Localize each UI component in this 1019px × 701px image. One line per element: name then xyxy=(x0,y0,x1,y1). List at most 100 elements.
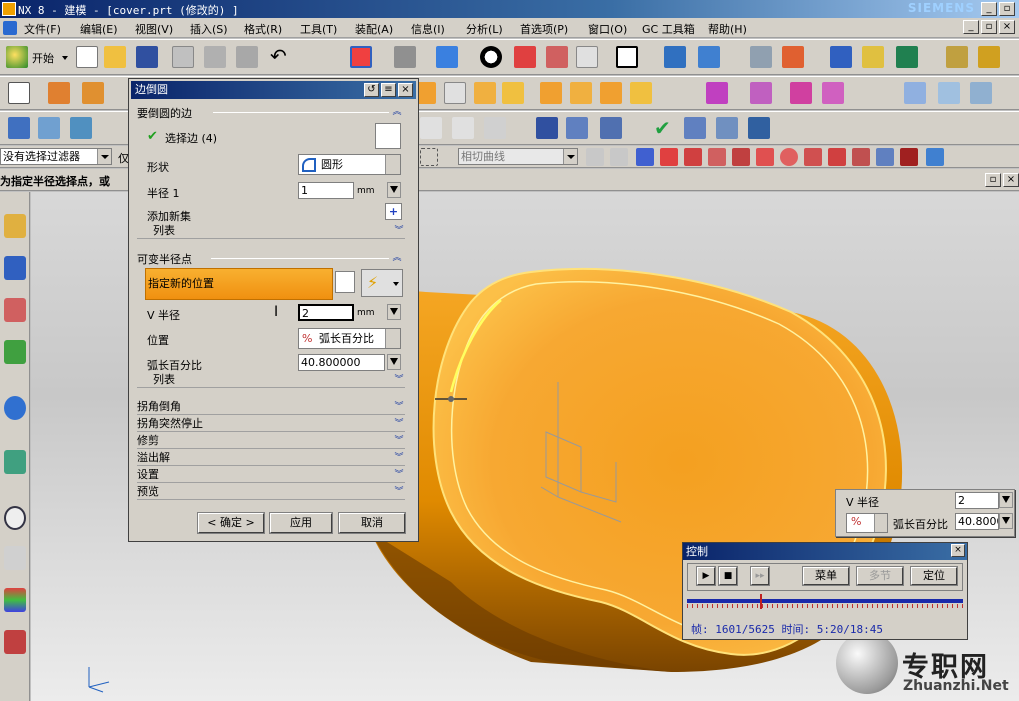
minimize-button[interactable]: _ xyxy=(981,2,997,16)
cube-view-icon[interactable] xyxy=(576,46,598,68)
revolve-icon[interactable] xyxy=(82,82,104,104)
section-preview[interactable]: 预览 ︾ xyxy=(137,485,405,500)
select-edge-label[interactable]: 选择边 (4) xyxy=(165,130,217,146)
expand-icon[interactable]: ︾ xyxy=(393,375,405,385)
chevron-down-icon[interactable] xyxy=(97,149,111,164)
menu-file[interactable]: 文件(F) xyxy=(24,21,61,37)
chevron-down-icon[interactable] xyxy=(385,329,400,348)
save-icon[interactable] xyxy=(136,46,158,68)
start-label[interactable]: 开始 xyxy=(32,50,54,66)
chevron-down-icon[interactable] xyxy=(385,155,400,174)
section-variable-header[interactable]: 可变半径点 xyxy=(137,251,192,267)
section-stop-short[interactable]: 拐角突然停止 ︾ xyxy=(137,417,405,432)
inferred-point-icon[interactable]: ⚡ xyxy=(361,269,403,297)
cue-restore-button[interactable]: ▫ xyxy=(985,173,1001,187)
analysis-icon[interactable] xyxy=(862,46,884,68)
radius1-input[interactable]: 1 xyxy=(298,182,354,199)
roles-icon[interactable] xyxy=(4,630,26,654)
cue-close-button[interactable]: × xyxy=(1003,173,1019,187)
draft-icon[interactable] xyxy=(502,82,524,104)
part-navigator-icon[interactable] xyxy=(4,298,26,322)
v-radius-onscreen-input[interactable]: 2 xyxy=(955,492,999,509)
extrude-icon[interactable] xyxy=(48,82,70,104)
step-forward-button[interactable]: ▸▸ xyxy=(750,566,770,586)
point-dialog-icon[interactable] xyxy=(335,271,355,293)
arrow-right-icon[interactable] xyxy=(610,148,628,166)
history-icon[interactable] xyxy=(4,450,26,474)
arc-percent-onscreen-input[interactable]: 40.8000 xyxy=(955,513,999,530)
chevron-down-icon[interactable] xyxy=(874,514,887,532)
reuse-library-icon[interactable] xyxy=(4,340,26,364)
sketch-icon[interactable] xyxy=(8,82,30,104)
collapse-section-icon[interactable]: ︽ xyxy=(391,253,403,263)
menu-edit[interactable]: 编辑(E) xyxy=(80,21,118,37)
dialog-reset-button[interactable]: ↺ xyxy=(364,83,379,97)
menu-tools[interactable]: 工具(T) xyxy=(300,21,337,37)
offset-face-icon[interactable] xyxy=(540,82,562,104)
shell-icon[interactable] xyxy=(474,82,496,104)
transform-icon[interactable] xyxy=(698,46,720,68)
restore-button[interactable]: ▫ xyxy=(999,2,1015,16)
thicken-icon[interactable] xyxy=(630,82,652,104)
edit-icon[interactable] xyxy=(978,46,1000,68)
existing-point-snap-icon[interactable] xyxy=(804,148,822,166)
system-material-icon[interactable] xyxy=(4,546,26,570)
expand-icon[interactable]: ︾ xyxy=(393,487,405,497)
arc-percent-onscreen-options-icon[interactable] xyxy=(999,513,1013,529)
v-radius-input[interactable]: 2 xyxy=(298,304,354,321)
intersection-snap-icon[interactable] xyxy=(732,148,750,166)
selection-filter-combo[interactable]: 没有选择过滤器 xyxy=(0,148,112,165)
intersect-icon[interactable] xyxy=(790,82,812,104)
constraint-navigator-icon[interactable] xyxy=(4,256,26,280)
spring-icon[interactable] xyxy=(566,117,588,139)
dimension-icon[interactable] xyxy=(484,117,506,139)
collapse-section-icon[interactable]: ︽ xyxy=(391,107,403,117)
specify-location-row[interactable]: 指定新的位置 xyxy=(145,268,333,300)
snap-options-icon[interactable] xyxy=(586,148,604,166)
play-icon[interactable] xyxy=(896,46,918,68)
section-view-icon[interactable] xyxy=(514,46,536,68)
start-dropdown-icon[interactable] xyxy=(62,56,68,60)
control-point-snap-icon[interactable] xyxy=(708,148,726,166)
start-icon[interactable] xyxy=(6,46,28,68)
cylinder-icon[interactable] xyxy=(536,117,558,139)
ok-button[interactable]: < 确定 > xyxy=(197,512,265,534)
chevron-down-icon[interactable] xyxy=(393,282,399,286)
tool-icon[interactable] xyxy=(600,117,622,139)
subtract-icon[interactable] xyxy=(750,82,772,104)
play-button[interactable]: ▶ xyxy=(696,566,716,586)
menu-preferences[interactable]: 首选项(P) xyxy=(520,21,568,37)
position-method-select[interactable]: % xyxy=(846,513,888,533)
surface-mesh-icon[interactable] xyxy=(938,82,960,104)
chevron-down-icon[interactable] xyxy=(563,149,577,164)
mdi-close-button[interactable]: × xyxy=(999,20,1015,34)
menu-window[interactable]: 窗口(O) xyxy=(588,21,627,37)
new-file-icon[interactable] xyxy=(76,46,98,68)
menu-button[interactable]: 菜单 xyxy=(802,566,850,586)
open-folder-icon[interactable] xyxy=(104,46,126,68)
render-style-icon[interactable] xyxy=(394,46,416,68)
radius1-options-icon[interactable] xyxy=(387,182,401,198)
expand-icon[interactable]: ︾ xyxy=(393,402,405,412)
mdi-minimize-button[interactable]: _ xyxy=(963,20,979,34)
surface-icon[interactable] xyxy=(600,82,622,104)
list-row[interactable]: 列表 ︾ xyxy=(137,373,405,388)
midpoint-snap-icon[interactable] xyxy=(684,148,702,166)
v-radius-onscreen-options-icon[interactable] xyxy=(999,492,1013,508)
unite-icon[interactable] xyxy=(706,82,728,104)
dialog-menu-button[interactable]: ≡ xyxy=(381,83,396,97)
pull-face-icon[interactable] xyxy=(38,117,60,139)
check-icon[interactable]: ✔ xyxy=(654,117,676,139)
cancel-button[interactable]: 取消 xyxy=(338,512,406,534)
move-face-icon[interactable] xyxy=(8,117,30,139)
menu-insert[interactable]: 插入(S) xyxy=(190,21,228,37)
section-overflow[interactable]: 溢出解 ︾ xyxy=(137,451,405,466)
expand-icon[interactable]: ︾ xyxy=(393,470,405,480)
select-edge-cube-icon[interactable] xyxy=(375,123,401,149)
control-close-button[interactable]: × xyxy=(951,544,965,557)
section-trim[interactable]: 修剪 ︾ xyxy=(137,434,405,449)
position-select[interactable]: % 弧长百分比 xyxy=(298,328,401,349)
progress-track[interactable] xyxy=(687,599,963,603)
trim-body-icon[interactable] xyxy=(570,82,592,104)
arc-percent-input[interactable]: 40.800000 xyxy=(298,354,385,371)
